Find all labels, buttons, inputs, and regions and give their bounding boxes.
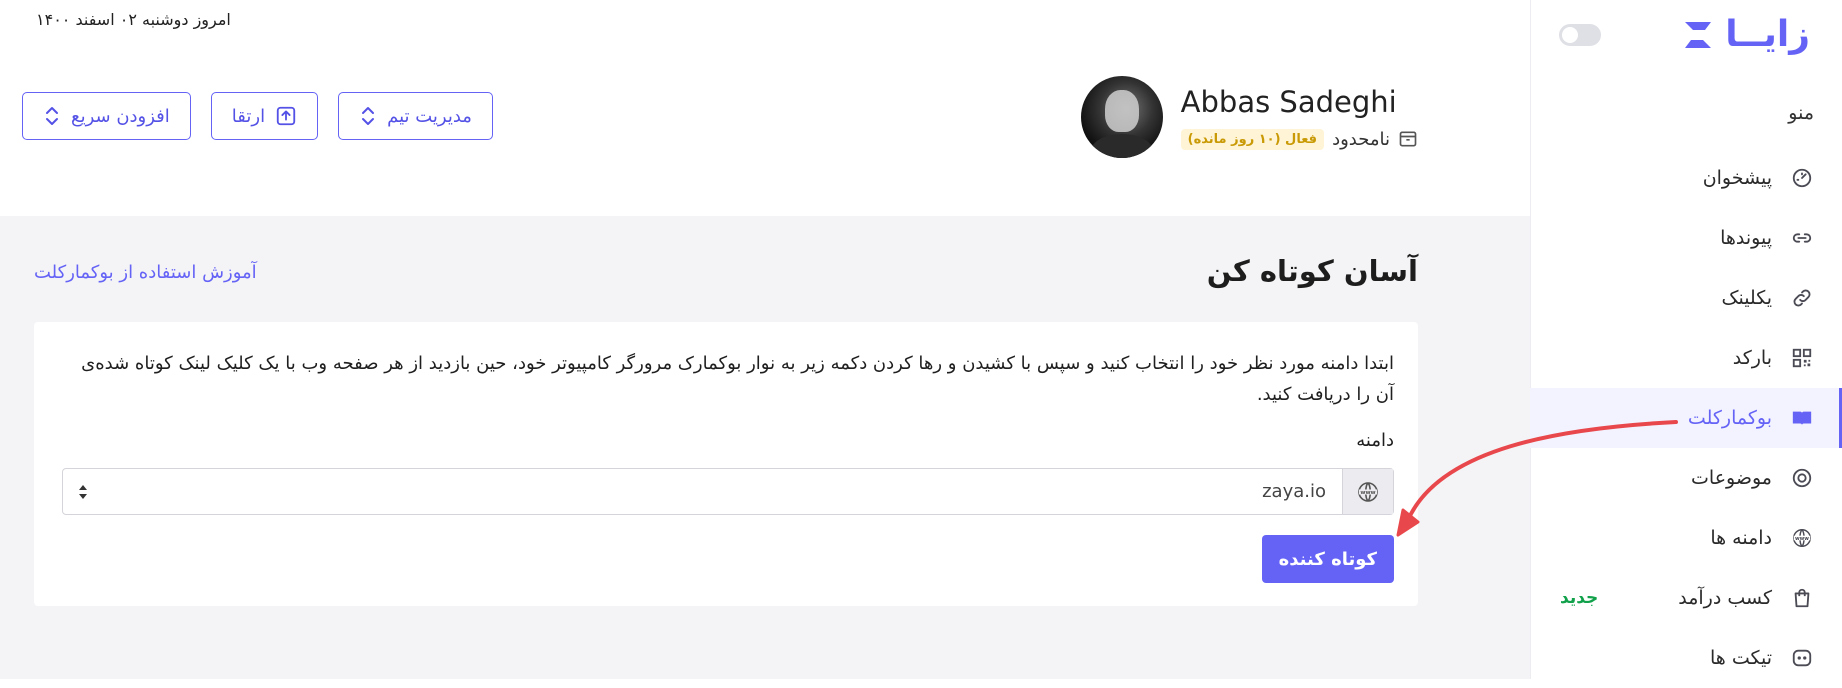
upgrade-label: ارتقا xyxy=(231,105,266,127)
sidebar-item-bookmarklet[interactable]: بوکمارکلت xyxy=(1530,388,1842,448)
zaya-logo-icon xyxy=(1681,18,1715,52)
sidebar-item-label: تیکت ها xyxy=(1709,647,1772,669)
chevron-up-down-icon xyxy=(359,105,377,127)
sidebar-item-label: یکلینک xyxy=(1721,287,1772,309)
sidebar-item-qrcode[interactable]: بارکد xyxy=(1530,328,1842,388)
menu-title: منو xyxy=(1788,102,1814,124)
domain-select-value[interactable]: zaya.io xyxy=(103,469,1342,514)
avatar[interactable] xyxy=(1080,76,1163,158)
sidebar-item-label: پیوندها xyxy=(1720,227,1772,249)
shorten-bookmarklet-button[interactable]: کوتاه کننده xyxy=(1261,535,1394,583)
sidebar-item-label: کسب درآمد xyxy=(1678,587,1772,609)
quick-add-label: افزودن سریع xyxy=(71,105,170,127)
target-icon xyxy=(1790,466,1814,490)
sidebar-item-topics[interactable]: موضوعات xyxy=(1530,448,1842,508)
header-actions: مدیریت تیم ارتقا افزودن سریع xyxy=(22,92,493,140)
domain-select[interactable]: www zaya.io xyxy=(62,468,1394,515)
sidebar-item-label: پیشخوان xyxy=(1702,167,1772,189)
svg-text:www: www xyxy=(1360,490,1375,496)
sidebar-item-tickets[interactable]: تیکت ها xyxy=(1530,628,1842,688)
main-content: امروز دوشنبه ۰۲ اسفند ۱۴۰۰ Abbas Sadeghi… xyxy=(0,0,1530,679)
sidebar: زایــا منو پیشخوان پیوندها یکلینک بارکد … xyxy=(1530,0,1842,679)
www-globe-icon: www xyxy=(1790,526,1814,550)
www-globe-icon: www xyxy=(1342,469,1393,514)
sidebar-item-label: بوکمارکلت xyxy=(1687,407,1772,429)
book-icon xyxy=(1790,406,1814,430)
content-area: آسان کوتاه کن آموزش استفاده از بوکمارکلت… xyxy=(0,216,1530,679)
sidebar-item-monetize[interactable]: کسب درآمد جدید xyxy=(1530,568,1842,628)
upgrade-button[interactable]: ارتقا xyxy=(210,92,319,140)
brand-name: زایــا xyxy=(1725,14,1810,55)
quick-add-button[interactable]: افزودن سریع xyxy=(22,92,191,140)
dashboard-gauge-icon xyxy=(1790,166,1814,190)
sidebar-item-onelink[interactable]: یکلینک xyxy=(1530,268,1842,328)
qr-code-icon xyxy=(1790,346,1814,370)
team-management-button[interactable]: مدیریت تیم xyxy=(338,92,493,140)
package-icon xyxy=(1398,129,1418,149)
chevron-up-down-icon xyxy=(43,105,61,127)
domain-label: دامنه xyxy=(1356,430,1394,451)
brand[interactable]: زایــا xyxy=(1681,14,1810,55)
current-date: امروز دوشنبه ۰۲ اسفند ۱۴۰۰ xyxy=(36,10,231,29)
plan-status-badge: فعال (۱۰ روز مانده) xyxy=(1180,128,1325,150)
profile-info: Abbas Sadeghi نامحدود فعال (۱۰ روز مانده… xyxy=(1180,84,1418,150)
page-title: آسان کوتاه کن xyxy=(1206,254,1418,288)
plan-row: نامحدود فعال (۱۰ روز مانده) xyxy=(1180,128,1418,150)
sidebar-item-domains[interactable]: www دامنه ها xyxy=(1530,508,1842,568)
new-badge: جدید xyxy=(1560,588,1599,608)
svg-text:www: www xyxy=(1795,536,1809,542)
sidebar-nav: پیشخوان پیوندها یکلینک بارکد بوکمارکلت م… xyxy=(1530,148,1842,688)
chain-link-icon xyxy=(1790,286,1814,310)
sidebar-item-dashboard[interactable]: پیشخوان xyxy=(1530,148,1842,208)
sort-arrows-icon[interactable] xyxy=(63,469,103,514)
bookmarklet-help-link[interactable]: آموزش استفاده از بوکمارکلت xyxy=(34,262,257,283)
sidebar-item-label: موضوعات xyxy=(1691,467,1772,489)
shopping-bag-icon xyxy=(1790,586,1814,610)
sidebar-item-label: دامنه ها xyxy=(1710,527,1772,549)
chat-ticket-icon xyxy=(1790,646,1814,670)
user-profile: Abbas Sadeghi نامحدود فعال (۱۰ روز مانده… xyxy=(1080,76,1418,158)
sidebar-item-label: بارکد xyxy=(1732,347,1772,369)
link-icon xyxy=(1790,226,1814,250)
bookmarklet-card: ابتدا دامنه مورد نظر خود را انتخاب کنید … xyxy=(34,322,1418,606)
sidebar-item-links[interactable]: پیوندها xyxy=(1530,208,1842,268)
team-management-label: مدیریت تیم xyxy=(387,105,472,127)
profile-name: Abbas Sadeghi xyxy=(1180,84,1397,119)
theme-toggle[interactable] xyxy=(1559,24,1601,46)
upload-box-icon xyxy=(275,105,297,127)
bookmarklet-description: ابتدا دامنه مورد نظر خود را انتخاب کنید … xyxy=(81,353,1394,405)
plan-name: نامحدود xyxy=(1332,128,1390,150)
